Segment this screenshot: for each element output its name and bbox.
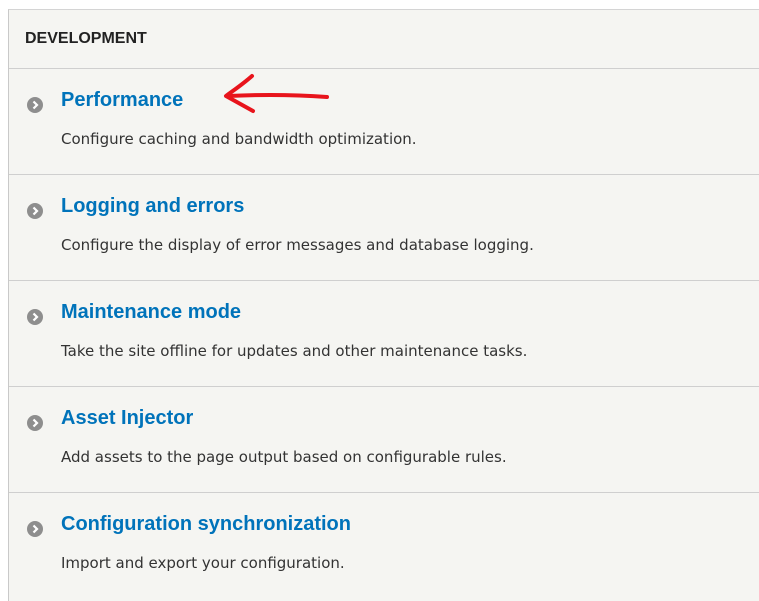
red-arrow-icon <box>224 74 329 113</box>
